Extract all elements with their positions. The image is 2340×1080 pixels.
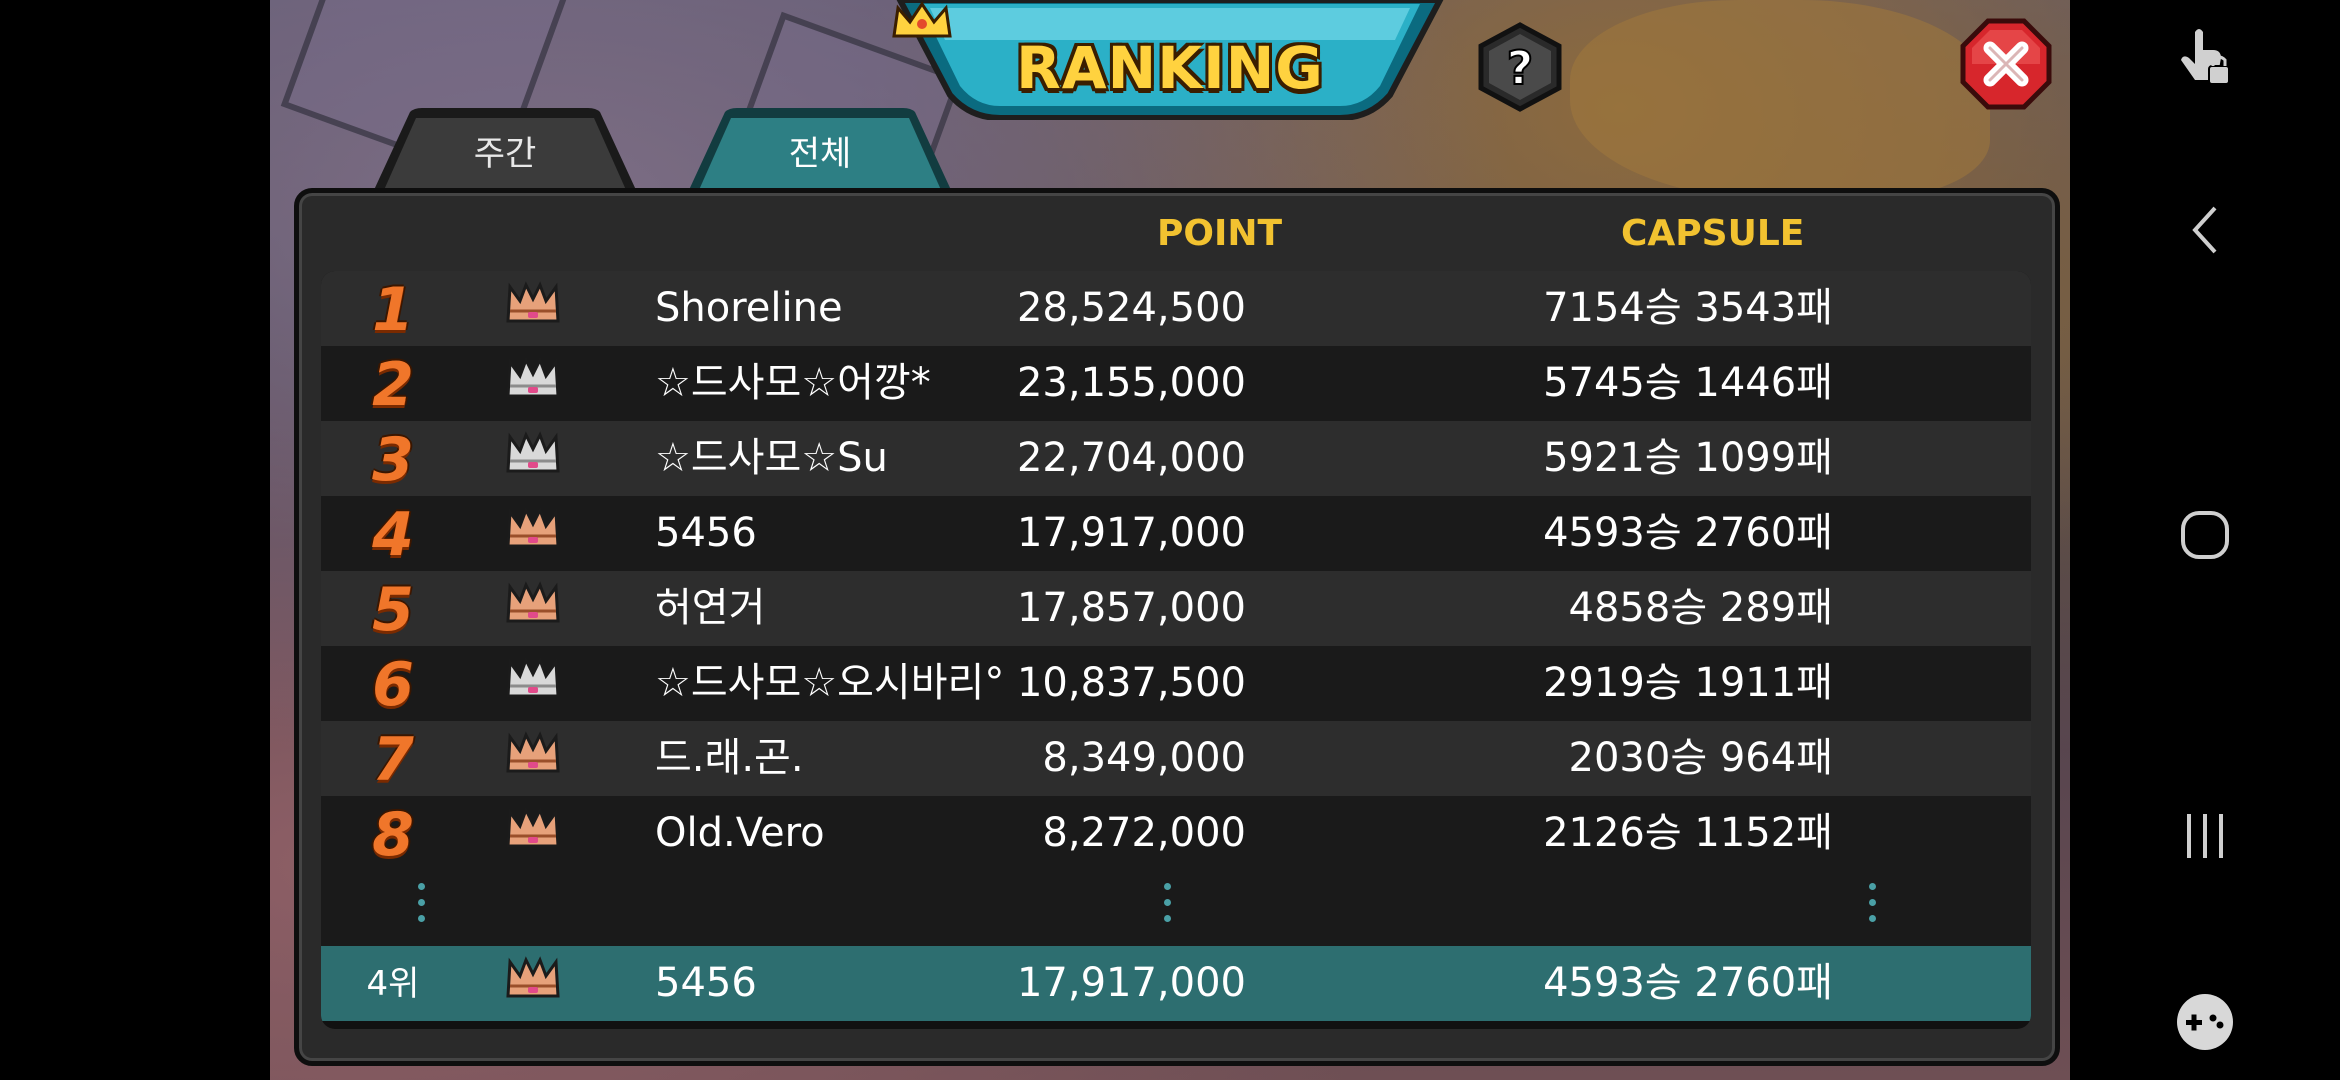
player-name: ☆드사모☆어깡* [655,360,931,406]
rank-number: 3 [372,425,414,495]
player-capsule: 2919승 1911패 [1543,660,1833,706]
ranking-row[interactable]: 5 허연거 17,857,000 4858승 289패 [321,571,2031,646]
player-capsule: 4593승 2760패 [1543,510,1833,556]
game-screen: RANKING ? 주간 전체 POINT CAPSULE 1 Shorelin… [270,0,2070,1080]
ranking-row[interactable]: 2 ☆드사모☆어깡* 23,155,000 5745승 1446패 [321,346,2031,421]
ellipsis-row [321,871,2031,946]
touch-lock-icon[interactable] [2070,24,2340,98]
player-name: Shoreline [655,285,843,331]
my-rank-number: 4위 [366,964,420,1004]
column-header-point: POINT [1157,213,1283,254]
ranking-title-banner: RANKING [890,0,1450,120]
player-point: 22,704,000 [1016,435,1246,481]
rank-number: 5 [372,575,414,645]
rank-number: 8 [372,800,414,870]
page-title: RANKING [1016,34,1324,102]
game-tools-icon[interactable] [2070,990,2340,1058]
crown-icon [504,656,562,706]
crown-icon [504,806,562,856]
rank-number: 4 [372,500,414,570]
player-name: 5456 [655,510,757,556]
player-name: 허연거 [655,585,766,631]
player-point: 17,857,000 [1016,585,1246,631]
ranking-row[interactable]: 8 Old.Vero 8,272,000 2126승 1152패 [321,796,2031,871]
back-icon[interactable] [2070,200,2340,264]
ellipsis-dots [1869,883,1879,931]
player-name: 드.래.곤. [655,735,804,781]
player-capsule: 2126승 1152패 [1543,810,1833,856]
rank-number: 7 [372,725,414,795]
ranking-row[interactable]: 4 5456 17,917,000 4593승 2760패 [321,496,2031,571]
player-capsule: 7154승 3543패 [1543,285,1833,331]
tab-all-label: 전체 [788,134,852,174]
ellipsis-dots [418,883,428,931]
close-x-icon [1960,18,2052,110]
rank-number: 2 [372,350,414,420]
crown-icon [504,506,562,556]
tab-weekly[interactable]: 주간 [370,108,640,190]
player-point: 17,917,000 [1016,510,1246,556]
ranking-row[interactable]: 1 Shoreline 28,524,500 7154승 3543패 [321,271,2031,346]
player-name: Old.Vero [655,810,825,856]
ellipsis-dots [1164,883,1174,931]
my-rank-name: 5456 [655,960,757,1006]
ranking-row[interactable]: 6 ☆드사모☆오시바리° 10,837,500 2919승 1911패 [321,646,2031,721]
my-rank-capsule: 4593승 2760패 [1543,960,1833,1006]
player-name: ☆드사모☆오시바리° [655,660,1005,706]
player-point: 10,837,500 [1016,660,1246,706]
column-header-capsule: CAPSULE [1621,213,1805,254]
system-navigation-bar [2070,0,2340,1080]
crown-icon [504,281,562,331]
background-creature [1570,0,1990,200]
ranking-row[interactable]: 7 드.래.곤. 8,349,000 2030승 964패 [321,721,2031,796]
ranking-row[interactable]: 3 ☆드사모☆Su 22,704,000 5921승 1099패 [321,421,2031,496]
tab-weekly-label: 주간 [473,134,537,174]
crown-icon [504,431,562,481]
my-rank-point: 17,917,000 [1016,960,1246,1006]
player-point: 28,524,500 [1016,285,1246,331]
my-rank-row: 4위 5456 17,917,000 4593승 2760패 [321,946,2031,1021]
rank-number: 1 [372,275,414,345]
crown-icon [504,356,562,406]
ranking-table: 1 Shoreline 28,524,500 7154승 3543패 2 ☆드사모☆어깡*… [321,271,2031,1029]
player-capsule: 5745승 1446패 [1543,360,1833,406]
player-capsule: 2030승 964패 [1568,735,1833,781]
player-point: 8,349,000 [1042,735,1246,781]
close-button[interactable] [1960,18,2052,110]
player-point: 8,272,000 [1042,810,1246,856]
home-icon[interactable] [2070,505,2340,569]
rank-number: 6 [372,650,414,720]
crown-icon [504,731,562,781]
recents-icon[interactable] [2070,808,2340,868]
svg-text:?: ? [1507,41,1534,95]
player-capsule: 5921승 1099패 [1543,435,1833,481]
player-point: 23,155,000 [1016,360,1246,406]
help-button[interactable]: ? [1475,22,1565,112]
crown-icon [504,581,562,631]
crown-icon [504,956,562,1006]
player-name: ☆드사모☆Su [655,435,888,481]
ranking-panel: POINT CAPSULE 1 Shoreline 28,524,500 7154승 … [294,188,2060,1066]
player-capsule: 4858승 289패 [1568,585,1833,631]
question-mark-icon: ? [1478,22,1562,112]
tab-all[interactable]: 전체 [685,108,955,190]
